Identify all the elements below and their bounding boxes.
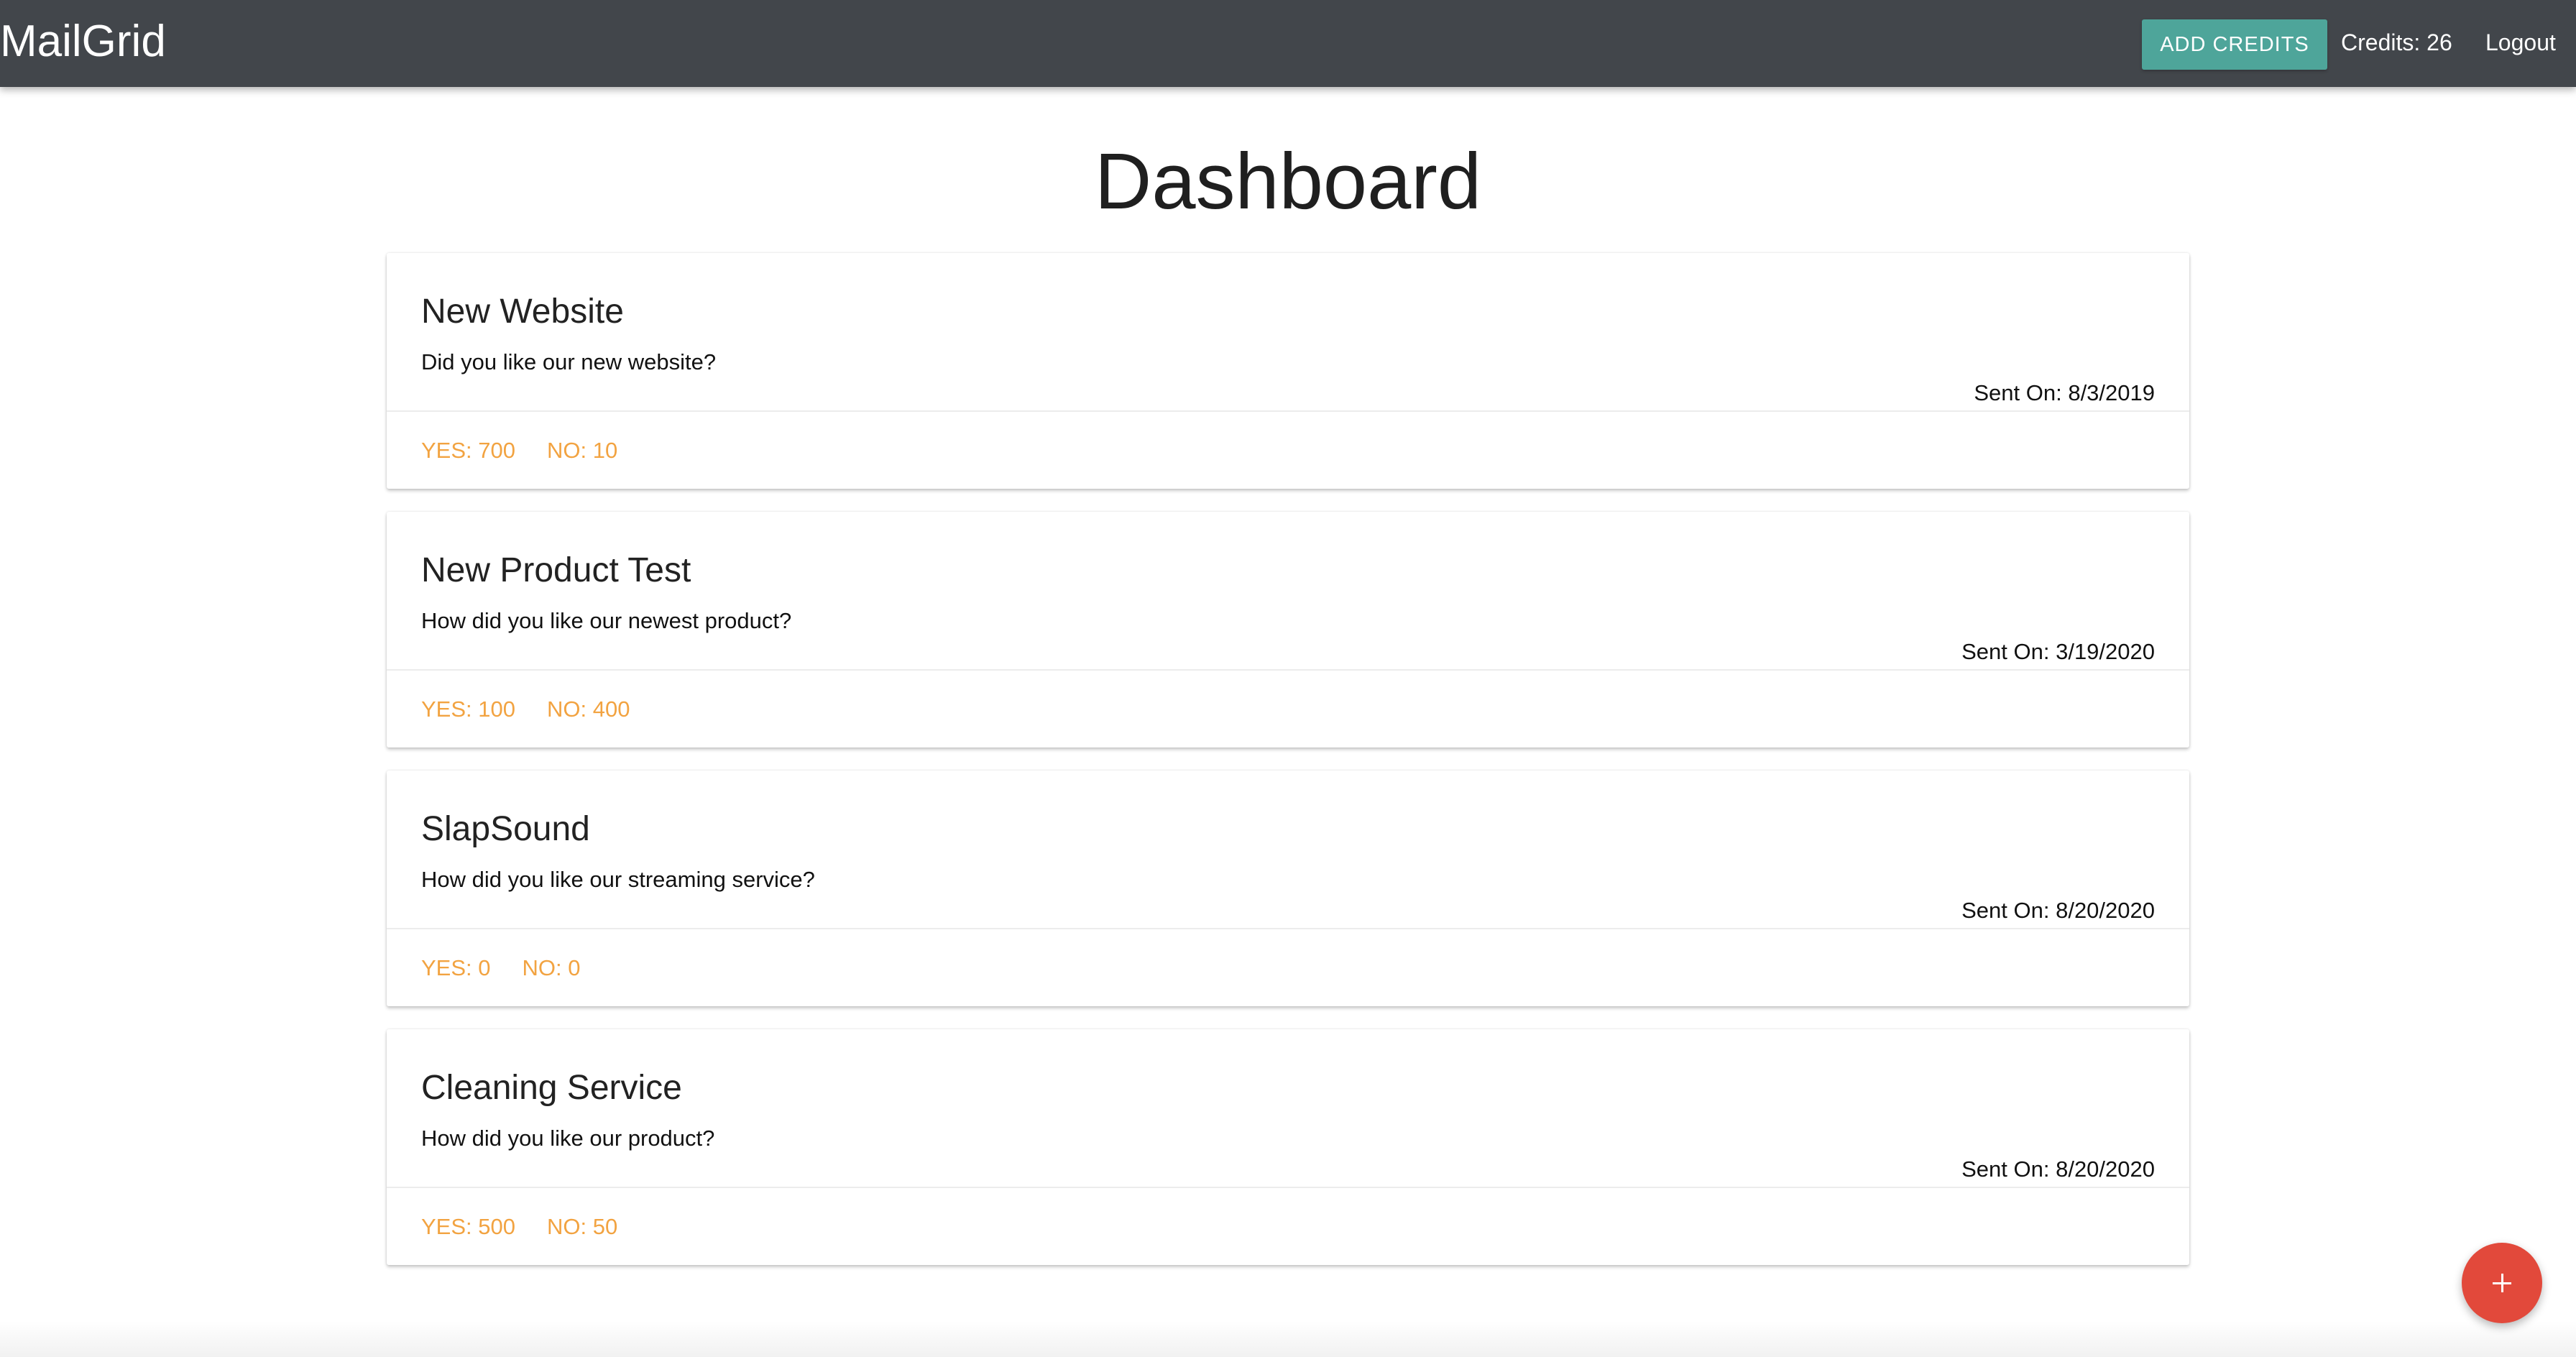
- add-survey-button[interactable]: [2462, 1243, 2542, 1323]
- page-title: Dashboard: [1094, 137, 1482, 226]
- credits-count: Credits: 26: [2341, 29, 2452, 55]
- survey-card: Cleaning Service How did you like our pr…: [387, 1029, 2189, 1265]
- yes-count-link[interactable]: Yes: 500: [421, 1214, 515, 1239]
- survey-card: New Product Test How did you like our ne…: [387, 512, 2189, 748]
- survey-sent-date: Sent On: 8/20/2020: [1961, 898, 2155, 923]
- survey-question: How did you like our streaming service?: [421, 867, 815, 892]
- survey-question: Did you like our new website?: [421, 349, 717, 374]
- survey-card: SlapSound How did you like our streaming…: [387, 770, 2189, 1006]
- survey-vote-actions: Yes: 0 No: 0: [421, 929, 612, 1006]
- no-count-link[interactable]: No: 50: [547, 1214, 617, 1239]
- add-icon: [2493, 1274, 2511, 1292]
- survey-sent-date: Sent On: 8/20/2020: [1961, 1156, 2155, 1182]
- survey-title: Cleaning Service: [421, 1069, 682, 1107]
- page-bottom-shadow: [0, 1321, 2576, 1357]
- survey-vote-actions: Yes: 700 No: 10: [421, 412, 649, 489]
- no-count-link[interactable]: No: 400: [547, 696, 630, 722]
- survey-question: How did you like our newest product?: [421, 608, 792, 633]
- logout-link[interactable]: Logout: [2485, 0, 2556, 87]
- no-count-link[interactable]: No: 10: [547, 438, 617, 463]
- yes-count-link[interactable]: Yes: 0: [421, 955, 491, 980]
- card-divider: [387, 410, 2189, 412]
- survey-sent-date: Sent On: 3/19/2020: [1961, 639, 2155, 664]
- survey-question: How did you like our product?: [421, 1126, 715, 1151]
- survey-title: New Website: [421, 293, 624, 331]
- no-count-link[interactable]: No: 0: [523, 955, 581, 980]
- brand-logo-link[interactable]: MailGrid: [0, 0, 166, 87]
- add-credits-button[interactable]: Add Credits: [2142, 19, 2327, 70]
- survey-card: New Website Did you like our new website…: [387, 253, 2189, 489]
- survey-sent-date: Sent On: 8/3/2019: [1974, 380, 2155, 405]
- survey-vote-actions: Yes: 100 No: 400: [421, 671, 661, 748]
- survey-title: New Product Test: [421, 551, 691, 589]
- top-navbar: MailGrid Add Credits Credits: 26 Logout: [0, 0, 2576, 87]
- card-divider: [387, 928, 2189, 929]
- survey-title: SlapSound: [421, 810, 590, 848]
- survey-vote-actions: Yes: 500 No: 50: [421, 1188, 649, 1265]
- yes-count-link[interactable]: Yes: 700: [421, 438, 515, 463]
- yes-count-link[interactable]: Yes: 100: [421, 696, 515, 722]
- card-divider: [387, 1187, 2189, 1188]
- survey-list: New Website Did you like our new website…: [387, 253, 2189, 1288]
